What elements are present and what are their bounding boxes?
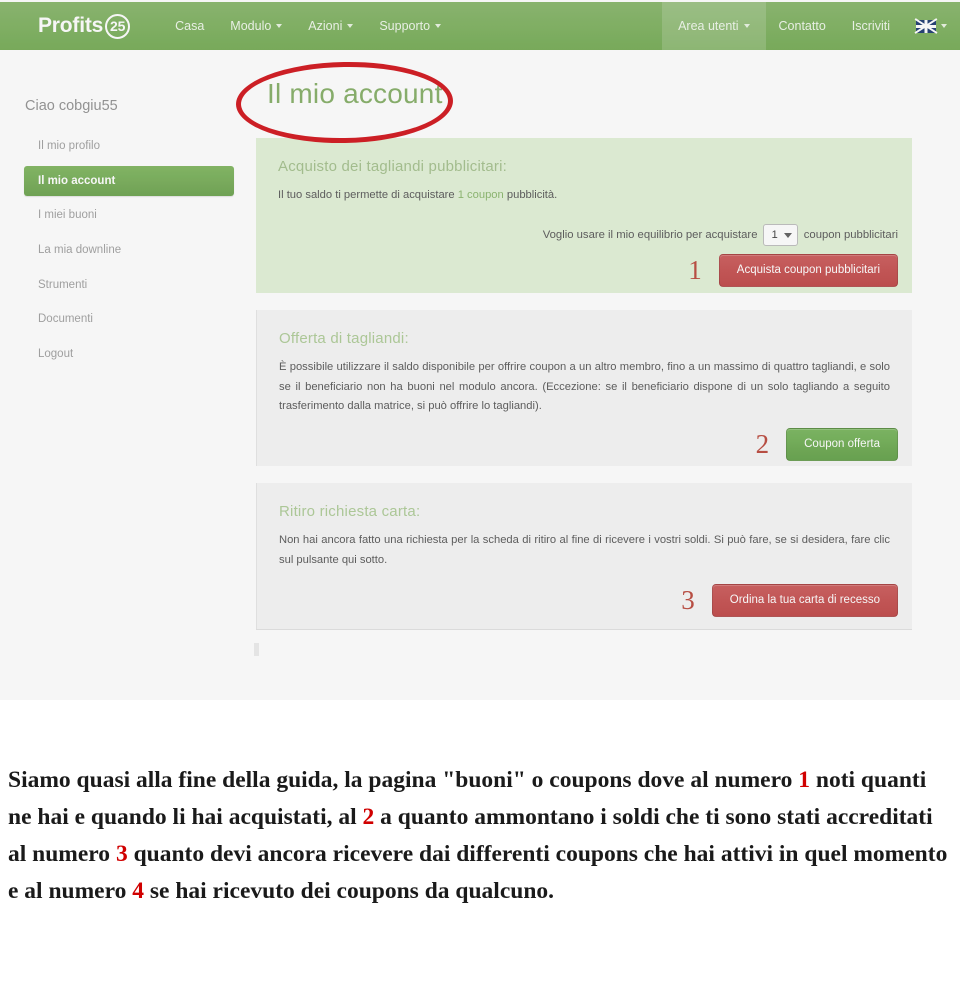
- brand-logo[interactable]: Profits 25: [38, 13, 131, 39]
- ordina-carta-recesso-button[interactable]: Ordina la tua carta di recesso: [711, 584, 898, 617]
- balance-text-before: Il tuo saldo ti permette di acquistare: [278, 189, 458, 201]
- top-navigation-bar: Profits 25 Casa Modulo Azioni Supporto A…: [0, 2, 960, 50]
- step-number-3: 3: [681, 584, 695, 615]
- caption-number-3: 3: [115, 841, 128, 867]
- sidebar-item-logout[interactable]: Logout: [24, 339, 234, 370]
- chevron-down-icon: [276, 24, 283, 28]
- chevron-down-icon: [347, 24, 354, 28]
- caption-number-1: 1: [798, 767, 810, 793]
- nav-label: Area utenti: [678, 18, 739, 33]
- sidebar-item-la-mia-downline[interactable]: La mia downline: [24, 235, 234, 266]
- balance-highlight: 1 coupon: [457, 189, 504, 201]
- embedded-screenshot: Profits 25 Casa Modulo Azioni Supporto A…: [0, 0, 960, 700]
- step-number-2: 2: [755, 428, 770, 459]
- panel-body-offerta: È possibile utilizzare il saldo disponib…: [279, 361, 890, 413]
- caption-number-2: 2: [362, 804, 375, 830]
- brand-text: Profits: [38, 14, 104, 37]
- panel-acquisto-tagliandi: Acquisto dei tagliandi pubblicitari: Il …: [256, 138, 912, 293]
- nav-item-modulo[interactable]: Modulo: [217, 4, 295, 49]
- nav-label: Casa: [175, 18, 205, 33]
- acquista-coupon-button[interactable]: Acquista coupon pubblicitari: [718, 254, 898, 287]
- chevron-down-icon: [743, 24, 750, 28]
- panel-ritiro-richiesta-carta: Ritiro richiesta carta: Non hai ancora f…: [256, 483, 912, 629]
- action-row-acquisto: 1 Acquista coupon pubblicitari: [688, 254, 898, 287]
- chevron-down-icon: [435, 24, 442, 28]
- language-selector[interactable]: [903, 4, 960, 49]
- account-sidebar: Ciao cobgiu55 Il mio profilo Il mio acco…: [24, 98, 234, 373]
- chevron-down-icon: [941, 24, 947, 28]
- buy-quantity-row: Voglio usare il mio equilibrio per acqui…: [543, 224, 898, 246]
- caption-seg-5: se hai ricevuto dei coupons da qualcuno.: [144, 878, 555, 904]
- nav-item-contatto[interactable]: Contatto: [766, 4, 839, 49]
- select-value: 1: [771, 229, 778, 241]
- panel-offerta-tagliandi: Offerta di tagliandi: È possibile utiliz…: [256, 310, 912, 466]
- nav-label: Modulo: [230, 18, 272, 33]
- chevron-down-icon: [783, 232, 792, 238]
- page-artifact: [254, 643, 259, 656]
- nav-item-supporto[interactable]: Supporto: [366, 4, 454, 49]
- nav-item-casa[interactable]: Casa: [162, 4, 217, 49]
- nav-label: Supporto: [379, 18, 431, 33]
- panel-title-offerta: Offerta di tagliandi:: [279, 330, 409, 347]
- panel-title-acquisto: Acquisto dei tagliandi pubblicitari:: [278, 158, 507, 175]
- caption-seg-1: Siamo quasi alla fine della guida, la pa…: [8, 767, 799, 793]
- step-number-1: 1: [688, 254, 702, 285]
- nav-label: Azioni: [308, 18, 343, 33]
- panel-title-ritiro: Ritiro richiesta carta:: [279, 503, 421, 520]
- buy-label-before: Voglio usare il mio equilibrio per acqui…: [542, 229, 758, 241]
- nav-item-azioni[interactable]: Azioni: [295, 4, 366, 49]
- buy-label-after: coupon pubblicitari: [803, 229, 898, 241]
- coupon-quantity-select[interactable]: 1: [763, 224, 798, 246]
- nav-item-area-utenti[interactable]: Area utenti: [662, 2, 766, 50]
- balance-text-after: pubblicità.: [503, 189, 558, 201]
- sidebar-item-documenti[interactable]: Documenti: [24, 304, 234, 335]
- sidebar-item-strumenti[interactable]: Strumenti: [24, 270, 234, 301]
- sidebar-item-i-miei-buoni[interactable]: I miei buoni: [24, 200, 234, 231]
- coupon-offerta-button[interactable]: Coupon offerta: [786, 428, 898, 461]
- uk-flag-icon: [916, 19, 936, 33]
- caption-number-4: 4: [132, 878, 144, 904]
- nav-item-iscriviti[interactable]: Iscriviti: [839, 4, 903, 49]
- caption-text: Siamo quasi alla fine della guida, la pa…: [8, 762, 952, 910]
- nav-label: Contatto: [778, 18, 826, 33]
- nav-label: Iscriviti: [851, 18, 890, 33]
- action-row-offerta: 2 Coupon offerta: [756, 428, 898, 461]
- secondary-nav: Area utenti Contatto Iscriviti: [662, 2, 960, 50]
- greeting-label: Ciao cobgiu55: [25, 98, 118, 114]
- primary-nav: Casa Modulo Azioni Supporto: [162, 4, 454, 49]
- panel-body-ritiro: Non hai ancora fatto una richiesta per l…: [279, 534, 890, 566]
- sidebar-item-il-mio-profilo[interactable]: Il mio profilo: [24, 131, 234, 162]
- sidebar-item-il-mio-account[interactable]: Il mio account: [24, 165, 234, 197]
- action-row-ritiro: 3 Ordina la tua carta di recesso: [681, 584, 898, 617]
- brand-badge-25: 25: [105, 13, 131, 39]
- panel-body-acquisto: Il tuo saldo ti permette di acquistare 1…: [256, 175, 912, 206]
